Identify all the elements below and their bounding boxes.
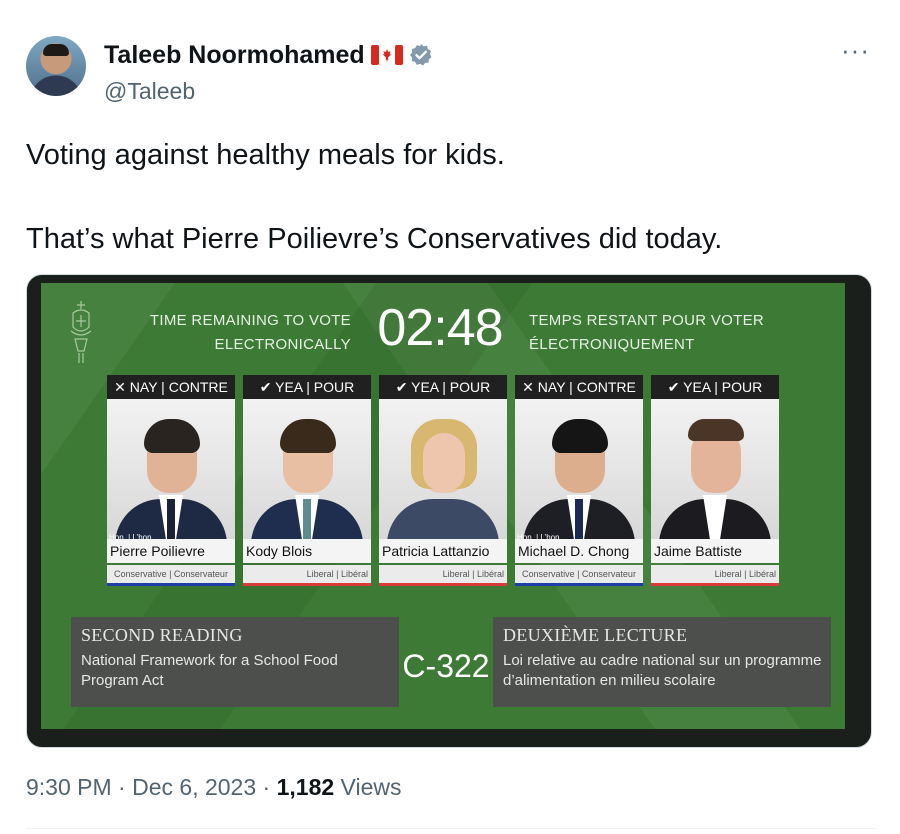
timer-label-en: TIME REMAINING TO VOTE ELECTRONICALLY (101, 309, 351, 357)
member-party: Liberal | Libéral (379, 565, 507, 585)
member-name: Pierre Poilievre (107, 539, 235, 563)
timer-label-fr-line2: ÉLECTRONIQUEMENT (529, 336, 695, 353)
member-party: Liberal | Libéral (243, 565, 371, 585)
bill-reading-en: SECOND READING (81, 625, 243, 645)
member-party: Conservative | Conservateur (515, 565, 643, 585)
bill-reading-fr: DEUXIÈME LECTURE (503, 625, 688, 645)
member-vote-cards: ✕ NAY | CONTRE Hon. | L’hon. Pierre Poil… (107, 375, 797, 605)
bill-title-fr: Loi relative au cadre national sur un pr… (503, 652, 822, 689)
member-card: ✔ YEA | POUR Kody Blois Liberal | Libéra… (243, 375, 371, 605)
timer-label-en-line1: TIME REMAINING TO VOTE (149, 312, 351, 329)
views-label: Views (340, 774, 402, 800)
bill-info-en: SECOND READING National Framework for a … (71, 617, 399, 707)
member-card: ✔ YEA | POUR Jaime Battiste Liberal | Li… (651, 375, 779, 605)
party-color-bar (651, 583, 779, 586)
vote-label: ✕ NAY | CONTRE (107, 375, 235, 399)
house-of-commons-crest-icon (70, 301, 92, 363)
member-photo (107, 399, 235, 539)
member-photo (379, 399, 507, 539)
tweet-media-image[interactable]: TIME REMAINING TO VOTE ELECTRONICALLY 02… (26, 274, 872, 748)
member-party: Conservative | Conservateur (107, 565, 235, 585)
vote-display-screen: TIME REMAINING TO VOTE ELECTRONICALLY 02… (41, 283, 845, 729)
author-display-name[interactable]: Taleeb Noormohamed (104, 41, 365, 70)
meta-separator: · (118, 774, 126, 800)
party-color-bar (515, 583, 643, 586)
member-name: Kody Blois (243, 539, 371, 563)
party-color-bar (107, 583, 235, 586)
tweet-text-line: Voting against healthy meals for kids. (26, 139, 505, 171)
views-count: 1,182 (276, 774, 335, 800)
tweet-time[interactable]: 9:30 PM (26, 774, 112, 800)
vote-timer: 02:48 (377, 299, 503, 357)
divider (26, 828, 876, 829)
more-options-icon[interactable]: ··· (841, 37, 870, 63)
member-photo (651, 399, 779, 539)
member-card: ✕ NAY | CONTRE Hon. | L’hon. Michael D. … (515, 375, 643, 605)
bill-info-fr: DEUXIÈME LECTURE Loi relative au cadre n… (493, 617, 831, 707)
bill-number: C-322 (399, 631, 493, 701)
party-color-bar (379, 583, 507, 586)
member-card: ✕ NAY | CONTRE Hon. | L’hon. Pierre Poil… (107, 375, 235, 605)
member-party: Liberal | Libéral (651, 565, 779, 585)
author-name-row: Taleeb Noormohamed (104, 40, 433, 70)
party-color-bar (243, 583, 371, 586)
canada-flag-icon (370, 45, 403, 65)
vote-label: ✔ YEA | POUR (379, 375, 507, 399)
timer-label-fr: TEMPS RESTANT POUR VOTER ÉLECTRONIQUEMEN… (529, 309, 789, 357)
bill-info-panel: SECOND READING National Framework for a … (71, 617, 831, 707)
timer-label-fr-line1: TEMPS RESTANT POUR VOTER (529, 312, 765, 329)
vote-label: ✕ NAY | CONTRE (515, 375, 643, 399)
member-photo (515, 399, 643, 539)
verified-badge-icon (409, 43, 433, 67)
vote-label: ✔ YEA | POUR (243, 375, 371, 399)
member-name: Jaime Battiste (651, 539, 779, 563)
meta-separator: · (262, 774, 271, 800)
timer-label-en-line2: ELECTRONICALLY (214, 336, 351, 353)
tweet-text: Voting against healthy meals for kids. T… (26, 134, 876, 260)
tweet-date[interactable]: Dec 6, 2023 (132, 774, 256, 800)
avatar[interactable] (26, 36, 86, 96)
member-name: Michael D. Chong (515, 539, 643, 563)
author-handle[interactable]: @Taleeb (104, 78, 195, 105)
tweet-text-line: That’s what Pierre Poilievre’s Conservat… (26, 223, 723, 255)
member-card: ✔ YEA | POUR Patricia Lattanzio Liberal … (379, 375, 507, 605)
member-name: Patricia Lattanzio (379, 539, 507, 563)
member-photo (243, 399, 371, 539)
tweet-header: Taleeb Noormohamed @Taleeb ··· (26, 36, 876, 104)
vote-label: ✔ YEA | POUR (651, 375, 779, 399)
bill-title-en: National Framework for a School Food Pro… (81, 652, 338, 689)
tweet-meta: 9:30 PM · Dec 6, 2023 · 1,182 Views (26, 774, 401, 801)
